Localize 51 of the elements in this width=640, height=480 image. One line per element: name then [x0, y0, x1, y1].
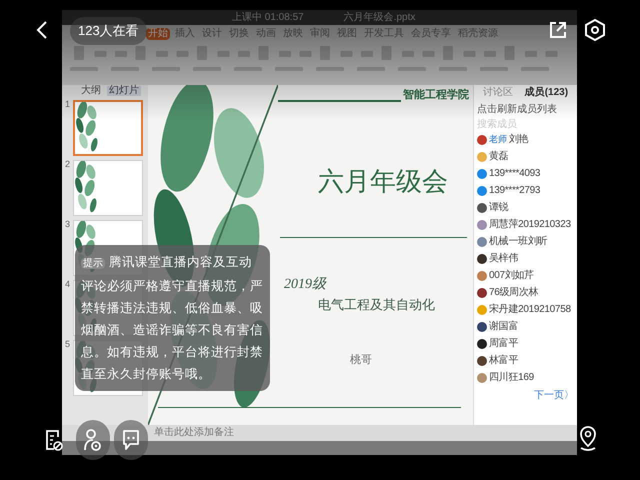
- member-name[interactable]: 吴梓伟: [489, 254, 518, 264]
- major-text: 电气工程及其自动化: [318, 296, 436, 314]
- slide-number: 1: [65, 100, 71, 111]
- author-text: 桃哥: [350, 353, 373, 368]
- mic-request-button[interactable]: [76, 420, 110, 460]
- member-name[interactable]: 林富平: [489, 356, 518, 366]
- person-gear-icon: [83, 428, 103, 452]
- member-name[interactable]: 四川狂169: [489, 372, 534, 382]
- notes-field[interactable]: 单击此处添加备注: [154, 428, 234, 438]
- chat-icon: [121, 428, 141, 452]
- slide-number: 4: [65, 280, 71, 291]
- member-name[interactable]: 谭锐: [489, 202, 508, 212]
- leaves-drawing: [74, 161, 98, 215]
- member-name[interactable]: 139****2793: [489, 186, 540, 196]
- slide-thumbnail[interactable]: [73, 160, 143, 216]
- location-pin-icon[interactable]: [578, 426, 598, 452]
- viewer-count: 123人在看: [70, 17, 147, 44]
- slide-thumbnail[interactable]: [73, 100, 143, 156]
- slide-number: 5: [65, 340, 71, 351]
- member-name[interactable]: 刘艳: [509, 134, 528, 144]
- member-panel-tab[interactable]: 成员(123): [524, 88, 568, 98]
- share-icon[interactable]: [548, 20, 568, 40]
- member-name[interactable]: 007刘如芹: [489, 270, 534, 280]
- panel-tab[interactable]: 幻灯片: [107, 86, 141, 96]
- school-name: 智能工程学院: [403, 88, 469, 103]
- member-name[interactable]: 76级周次林: [489, 288, 538, 298]
- window-tab[interactable]: 上课中 01:08:57: [232, 12, 304, 22]
- panel-tab[interactable]: 大纲: [79, 86, 103, 96]
- back-icon[interactable]: [36, 20, 48, 40]
- member-name[interactable]: 宋丹建2019210758: [489, 304, 571, 314]
- document-blocked-icon[interactable]: [45, 428, 63, 452]
- member-name[interactable]: 周慧萍2019210323: [489, 220, 571, 230]
- member-name[interactable]: 周富平: [489, 338, 518, 348]
- refresh-link[interactable]: 点击刷新成员列表: [477, 102, 574, 117]
- notice-text: 提示 腾讯课堂直播内容及互动评论必须严格遵守直播规范，严禁转播违法违规、低俗血暴、吸烟酗酒、造谣诈骗等不良有害信息。如有违规，平台将进行封禁直至永久封停账号哦。: [81, 254, 264, 383]
- slide-title: 六月年级会: [318, 164, 449, 198]
- member-name[interactable]: 机械一班刘昕: [489, 236, 548, 246]
- member-panel-tab[interactable]: 讨论区: [482, 88, 513, 98]
- leaves-drawing: [75, 102, 99, 154]
- slide-number: 2: [65, 160, 71, 171]
- grade-text: 2019级: [284, 276, 328, 294]
- member-name[interactable]: 谢国富: [489, 322, 518, 332]
- teacher-label: 老师: [489, 135, 507, 144]
- member-name[interactable]: 139****4093: [489, 168, 540, 178]
- member-name[interactable]: 黄磊: [489, 152, 508, 162]
- window-tab[interactable]: 六月年级会.pptx: [344, 12, 416, 22]
- settings-icon[interactable]: [585, 19, 605, 41]
- ribbon-tab[interactable]: 开始: [146, 28, 170, 40]
- chat-button[interactable]: [114, 420, 148, 460]
- next-page-link[interactable]: 下一页〉: [534, 388, 574, 403]
- slide-number: 3: [65, 220, 71, 231]
